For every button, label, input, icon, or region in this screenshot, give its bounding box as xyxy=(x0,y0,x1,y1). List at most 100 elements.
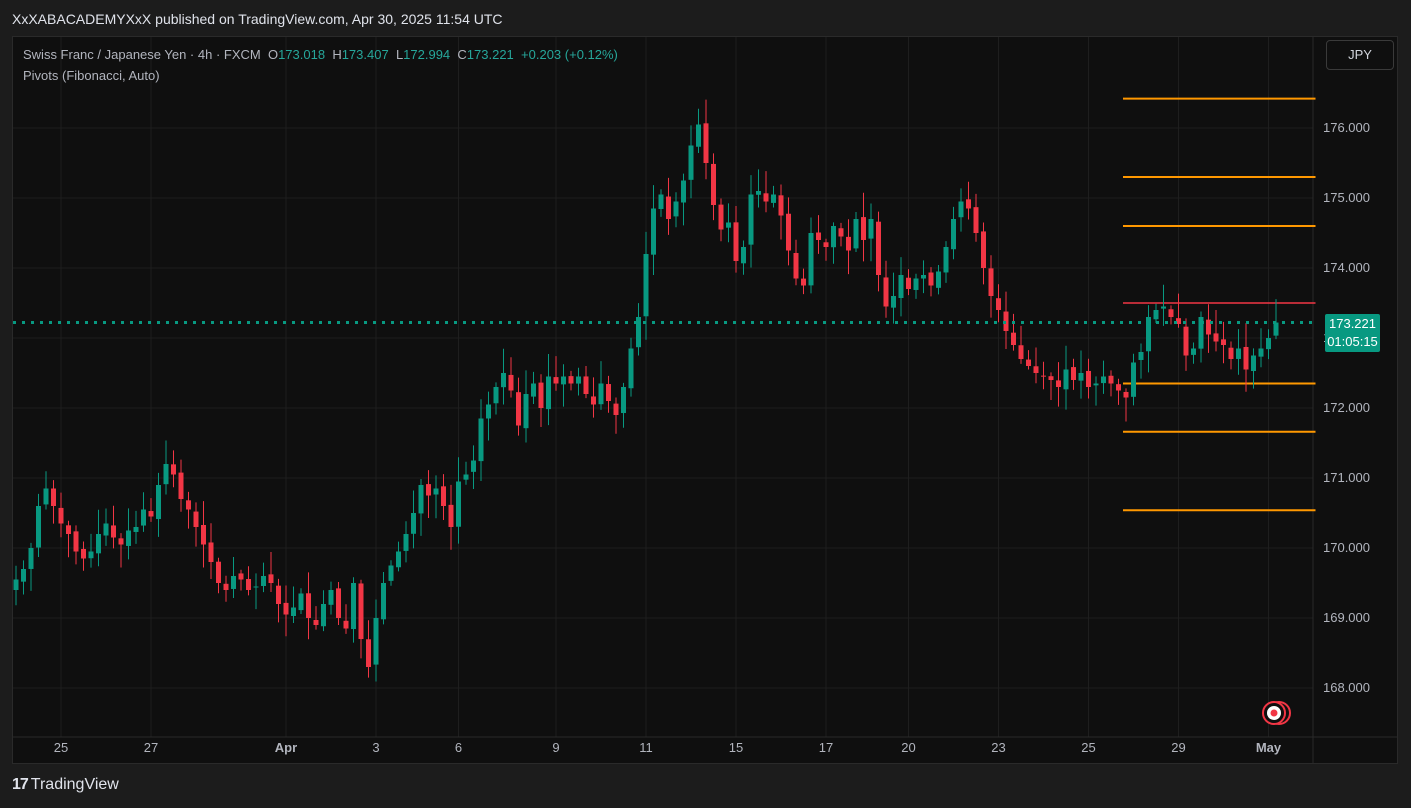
candle-body xyxy=(471,460,476,472)
y-tick-label: 170.000 xyxy=(1323,540,1370,555)
x-tick-label: 25 xyxy=(1081,740,1095,755)
open-value: 173.018 xyxy=(278,47,326,62)
replay-icon[interactable] xyxy=(1259,700,1293,726)
x-tick-label: May xyxy=(1256,740,1282,755)
candle-body xyxy=(373,618,379,665)
currency-button[interactable]: JPY xyxy=(1326,40,1394,70)
candle-body xyxy=(126,530,131,546)
candle-body xyxy=(853,219,859,249)
candle-body xyxy=(531,383,536,397)
candle-body xyxy=(208,542,214,562)
candle-body xyxy=(366,639,371,667)
x-tick-label: 11 xyxy=(639,740,653,755)
candle-body xyxy=(591,396,596,405)
candle-body xyxy=(306,593,311,618)
top-bar: XxXABACADEMYXxX published on TradingView… xyxy=(0,0,1411,36)
x-tick-label: 15 xyxy=(729,740,743,755)
candle-body xyxy=(111,525,116,538)
candle-body xyxy=(711,163,716,205)
candle-body xyxy=(741,247,746,264)
candle-body xyxy=(328,590,334,605)
candle-body xyxy=(1116,384,1121,391)
candle-body xyxy=(1011,332,1016,345)
x-tick-label: 23 xyxy=(991,740,1005,755)
candle-body xyxy=(96,534,101,554)
candle-body xyxy=(456,481,461,527)
candle-body xyxy=(201,524,206,545)
candle-body xyxy=(763,193,769,202)
x-tick-label: 6 xyxy=(455,740,462,755)
candle-body xyxy=(508,374,514,391)
candle-body xyxy=(358,583,364,639)
candle-body xyxy=(568,376,574,384)
candle-body xyxy=(103,523,109,536)
footer-brand[interactable]: 17 TradingView xyxy=(12,776,119,798)
brand-name: TradingView xyxy=(30,776,119,793)
candle-body xyxy=(598,383,604,405)
candle-body xyxy=(1138,352,1144,360)
candle-body xyxy=(621,387,626,414)
candle-body xyxy=(988,268,994,296)
tradingview-logo-icon: 17 xyxy=(12,776,29,793)
candle-body xyxy=(1101,376,1106,384)
candle-body xyxy=(733,222,739,261)
candle-body xyxy=(786,213,791,251)
candle-body xyxy=(921,275,926,279)
candle-body xyxy=(1093,383,1099,386)
candle-body xyxy=(486,404,491,419)
candle-body xyxy=(1266,338,1271,350)
candle-body xyxy=(343,620,349,629)
candle-body xyxy=(726,222,731,228)
close-value: 173.221 xyxy=(466,47,514,62)
candle-body xyxy=(1183,326,1189,356)
candle-body xyxy=(1033,366,1039,373)
candle-body xyxy=(666,196,671,219)
symbol-legend[interactable]: Swiss Franc / Japanese Yen · 4h · FXCM O… xyxy=(23,47,618,62)
candle-body xyxy=(73,531,79,552)
candle-body xyxy=(973,207,979,233)
candle-body xyxy=(426,484,431,496)
candle-body xyxy=(1026,359,1031,366)
indicator-legend[interactable]: Pivots (Fibonacci, Auto) xyxy=(23,68,160,83)
candle-body xyxy=(141,509,146,526)
candle-body xyxy=(1273,322,1279,336)
candle-body xyxy=(193,511,199,527)
candle-body xyxy=(186,500,191,510)
candle-body xyxy=(261,576,266,587)
candle-body xyxy=(1063,369,1069,390)
candle-body xyxy=(81,548,86,559)
low-value: 172.994 xyxy=(403,47,451,62)
candle-body xyxy=(613,403,619,415)
candle-body xyxy=(943,247,949,273)
bar-countdown: 01:05:15 xyxy=(1327,334,1378,349)
candle-body xyxy=(313,619,319,625)
candle-body xyxy=(546,376,551,410)
candle-body xyxy=(553,377,559,384)
candle-body xyxy=(1236,348,1241,359)
x-tick-label: 9 xyxy=(552,740,559,755)
candle-body xyxy=(1123,391,1129,398)
candle-body xyxy=(163,464,169,485)
candle-body xyxy=(21,569,26,582)
candle-body xyxy=(1191,348,1196,355)
candle-body xyxy=(381,583,386,620)
candlestick-chart[interactable]: 176.000175.000174.000173.000172.000171.0… xyxy=(13,37,1397,763)
candle-body xyxy=(883,277,889,307)
candle-body xyxy=(958,201,964,218)
candle-body xyxy=(403,534,409,551)
candle-body xyxy=(253,586,259,588)
candle-body xyxy=(658,194,664,209)
candle-body xyxy=(28,548,34,569)
candle-body xyxy=(291,607,296,617)
candle-body xyxy=(43,488,49,505)
candle-body xyxy=(298,593,304,611)
candle-body xyxy=(928,272,934,286)
candle-body xyxy=(913,278,919,290)
chart-panel[interactable]: 176.000175.000174.000173.000172.000171.0… xyxy=(12,36,1398,764)
candle-body xyxy=(966,199,971,209)
candle-body xyxy=(688,145,694,180)
candle-body xyxy=(846,236,851,251)
symbol-description[interactable]: Swiss Franc / Japanese Yen · 4h · FXCM xyxy=(23,47,261,62)
candle-body xyxy=(231,576,236,589)
candle-body xyxy=(396,551,401,568)
